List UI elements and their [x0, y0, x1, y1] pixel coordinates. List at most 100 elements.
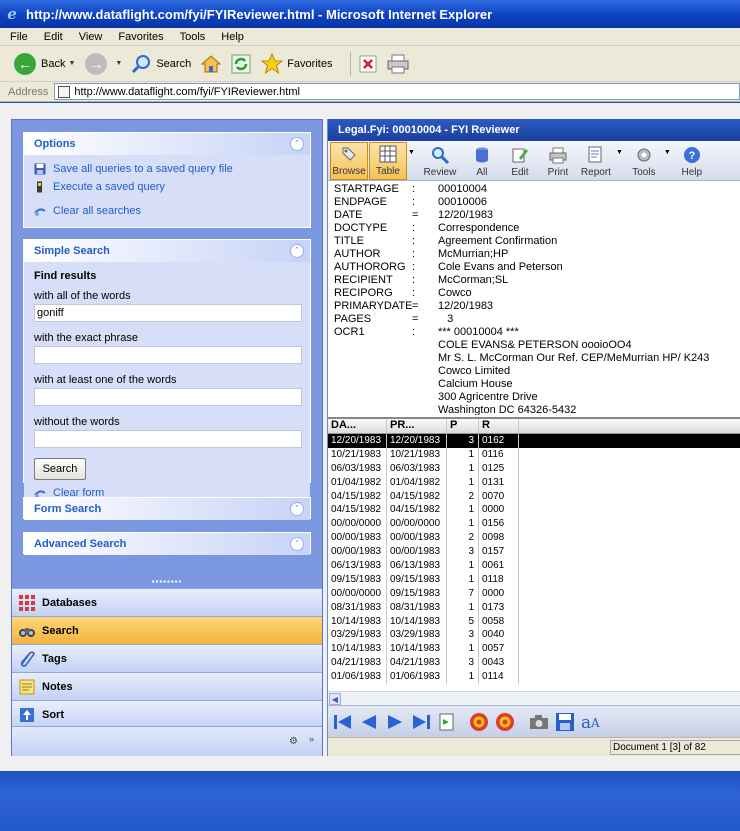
- scroll-left-icon[interactable]: ◀: [329, 693, 341, 705]
- exact-phrase-input[interactable]: [34, 346, 302, 364]
- favorites-button[interactable]: Favorites: [261, 52, 332, 75]
- search-button[interactable]: Search: [132, 54, 191, 74]
- camera-button[interactable]: [528, 711, 550, 733]
- table-row[interactable]: 03/29/1983 03/29/1983 3 0040: [328, 628, 740, 643]
- chevron-up-icon[interactable]: ˆ: [290, 137, 304, 151]
- nav-tags[interactable]: Tags: [12, 644, 322, 672]
- col-pages-header[interactable]: P: [447, 419, 479, 433]
- table-row[interactable]: 06/03/1983 06/03/1983 1 0125: [328, 461, 740, 476]
- nav-sort[interactable]: Sort: [12, 700, 322, 728]
- stop-button[interactable]: [359, 55, 377, 73]
- table-row[interactable]: 04/21/1983 04/21/1983 3 0043: [328, 656, 740, 671]
- table-row[interactable]: 00/00/0000 00/00/0000 1 0156: [328, 517, 740, 532]
- chevron-double-icon[interactable]: »: [309, 734, 314, 744]
- back-button[interactable]: ← Back ▼: [14, 52, 75, 75]
- refresh-button[interactable]: [231, 54, 251, 74]
- help-button[interactable]: ? Help: [673, 142, 711, 180]
- configure-icon[interactable]: ⚙: [289, 736, 298, 747]
- execute-query-link[interactable]: Execute a saved query: [24, 178, 310, 196]
- mark-button[interactable]: [468, 711, 490, 733]
- save-button[interactable]: [554, 711, 576, 733]
- table-row[interactable]: 04/15/1982 04/15/1982 1 0000: [328, 503, 740, 518]
- menu-file[interactable]: File: [10, 31, 28, 43]
- simple-search-header[interactable]: Simple Search ˆ: [24, 240, 310, 262]
- print-button[interactable]: Print: [539, 142, 577, 180]
- table-row[interactable]: 12/20/1983 12/20/1983 3 0162: [328, 434, 740, 448]
- sort-icon: [18, 706, 36, 724]
- without-words-input[interactable]: [34, 430, 302, 448]
- print-button[interactable]: [387, 54, 409, 74]
- menu-tools[interactable]: Tools: [180, 31, 206, 43]
- back-label: Back: [41, 57, 66, 70]
- detail-field-row: AUTHORORG: Cole Evans and Peterson: [334, 261, 740, 274]
- col-date-header[interactable]: DA...: [328, 419, 387, 433]
- menu-view[interactable]: View: [79, 31, 103, 43]
- all-words-input[interactable]: [34, 304, 302, 322]
- form-search-header[interactable]: Form Search ˇ: [24, 498, 310, 520]
- menu-edit[interactable]: Edit: [44, 31, 63, 43]
- all-button[interactable]: All: [463, 142, 501, 180]
- chevron-down-icon[interactable]: ▼: [616, 149, 623, 156]
- next-record-button[interactable]: [384, 711, 406, 733]
- font-size-icon: aA: [581, 713, 600, 732]
- clear-searches-link[interactable]: Clear all searches: [24, 202, 310, 220]
- goto-record-button[interactable]: [436, 711, 458, 733]
- nav-search[interactable]: Search: [12, 616, 322, 644]
- review-button[interactable]: Review: [417, 142, 463, 180]
- table-row[interactable]: 10/21/1983 10/21/1983 1 0116: [328, 447, 740, 462]
- font-size-button[interactable]: aA: [580, 711, 602, 733]
- search-submit-button[interactable]: Search: [34, 458, 86, 480]
- col-r-header[interactable]: R: [479, 419, 519, 433]
- table-row[interactable]: 01/06/1983 01/06/1983 1 0114: [328, 670, 740, 685]
- table-cell: 04/21/1983: [387, 656, 447, 671]
- home-button[interactable]: [201, 54, 222, 74]
- chevron-down-icon[interactable]: ▼: [664, 149, 671, 156]
- table-row[interactable]: 08/31/1983 08/31/1983 1 0173: [328, 600, 740, 615]
- table-row[interactable]: 01/04/1982 01/04/1982 1 0131: [328, 475, 740, 490]
- table-row[interactable]: 00/00/0000 09/15/1983 7 0000: [328, 586, 740, 601]
- detail-field-row: DATE = 12/20/1983: [334, 209, 740, 222]
- table-row[interactable]: 06/13/1983 06/13/1983 1 0061: [328, 559, 740, 573]
- browse-button[interactable]: Browse: [330, 142, 368, 180]
- col-primarydate-header[interactable]: PR...: [387, 419, 447, 433]
- table-row[interactable]: 09/15/1983 09/15/1983 1 0118: [328, 572, 740, 587]
- horizontal-scrollbar[interactable]: ◀: [328, 691, 740, 705]
- table-row[interactable]: 10/14/1983 10/14/1983 5 0058: [328, 614, 740, 629]
- table-cell: 00/00/0000: [328, 586, 387, 601]
- table-row[interactable]: 00/00/1983 00/00/1983 3 0157: [328, 545, 740, 560]
- menu-favorites[interactable]: Favorites: [118, 31, 163, 43]
- save-queries-link[interactable]: Save all queries to a saved query file: [24, 160, 310, 178]
- help-icon: ?: [683, 147, 700, 163]
- chevron-down-icon[interactable]: ▼: [408, 149, 415, 156]
- tools-button[interactable]: Tools: [625, 142, 663, 180]
- binoculars-icon: [18, 622, 36, 640]
- nav-databases[interactable]: Databases: [12, 588, 322, 616]
- any-words-label: with at least one of the words: [34, 374, 177, 386]
- any-words-input[interactable]: [34, 388, 302, 406]
- panel-splitter-handle[interactable]: ▪▪▪▪▪▪▪▪: [12, 574, 322, 588]
- forward-button[interactable]: → ▼: [85, 52, 123, 75]
- table-cell: 01/04/1982: [328, 475, 387, 490]
- report-button[interactable]: Report: [577, 142, 615, 180]
- advanced-search-header[interactable]: Advanced Search ˇ: [24, 533, 310, 555]
- table-row[interactable]: 00/00/1983 00/00/1983 2 0098: [328, 531, 740, 546]
- chevron-down-icon: ▼: [115, 60, 123, 67]
- edit-button[interactable]: Edit: [501, 142, 539, 180]
- table-row[interactable]: 10/14/1983 10/14/1983 1 0057: [328, 642, 740, 657]
- prev-record-button[interactable]: [358, 711, 380, 733]
- last-record-button[interactable]: [410, 711, 432, 733]
- unmark-button[interactable]: [494, 711, 516, 733]
- first-record-button[interactable]: [332, 711, 354, 733]
- previous-icon: [362, 714, 376, 729]
- detail-field-value: Cowco: [438, 287, 472, 299]
- chevron-up-icon[interactable]: ˆ: [290, 244, 304, 258]
- table-row[interactable]: 04/15/1982 04/15/1982 2 0070: [328, 489, 740, 504]
- table-button[interactable]: Table: [369, 142, 407, 180]
- nav-notes[interactable]: Notes: [12, 672, 322, 700]
- address-input[interactable]: http://www.dataflight.com/fyi/FYIReviewe…: [54, 83, 740, 100]
- menu-help[interactable]: Help: [221, 31, 244, 43]
- form-search-card: Form Search ˇ: [23, 497, 311, 520]
- options-header[interactable]: Options ˆ: [24, 133, 310, 155]
- chevron-down-icon[interactable]: ˇ: [290, 537, 304, 551]
- chevron-down-icon[interactable]: ˇ: [290, 502, 304, 516]
